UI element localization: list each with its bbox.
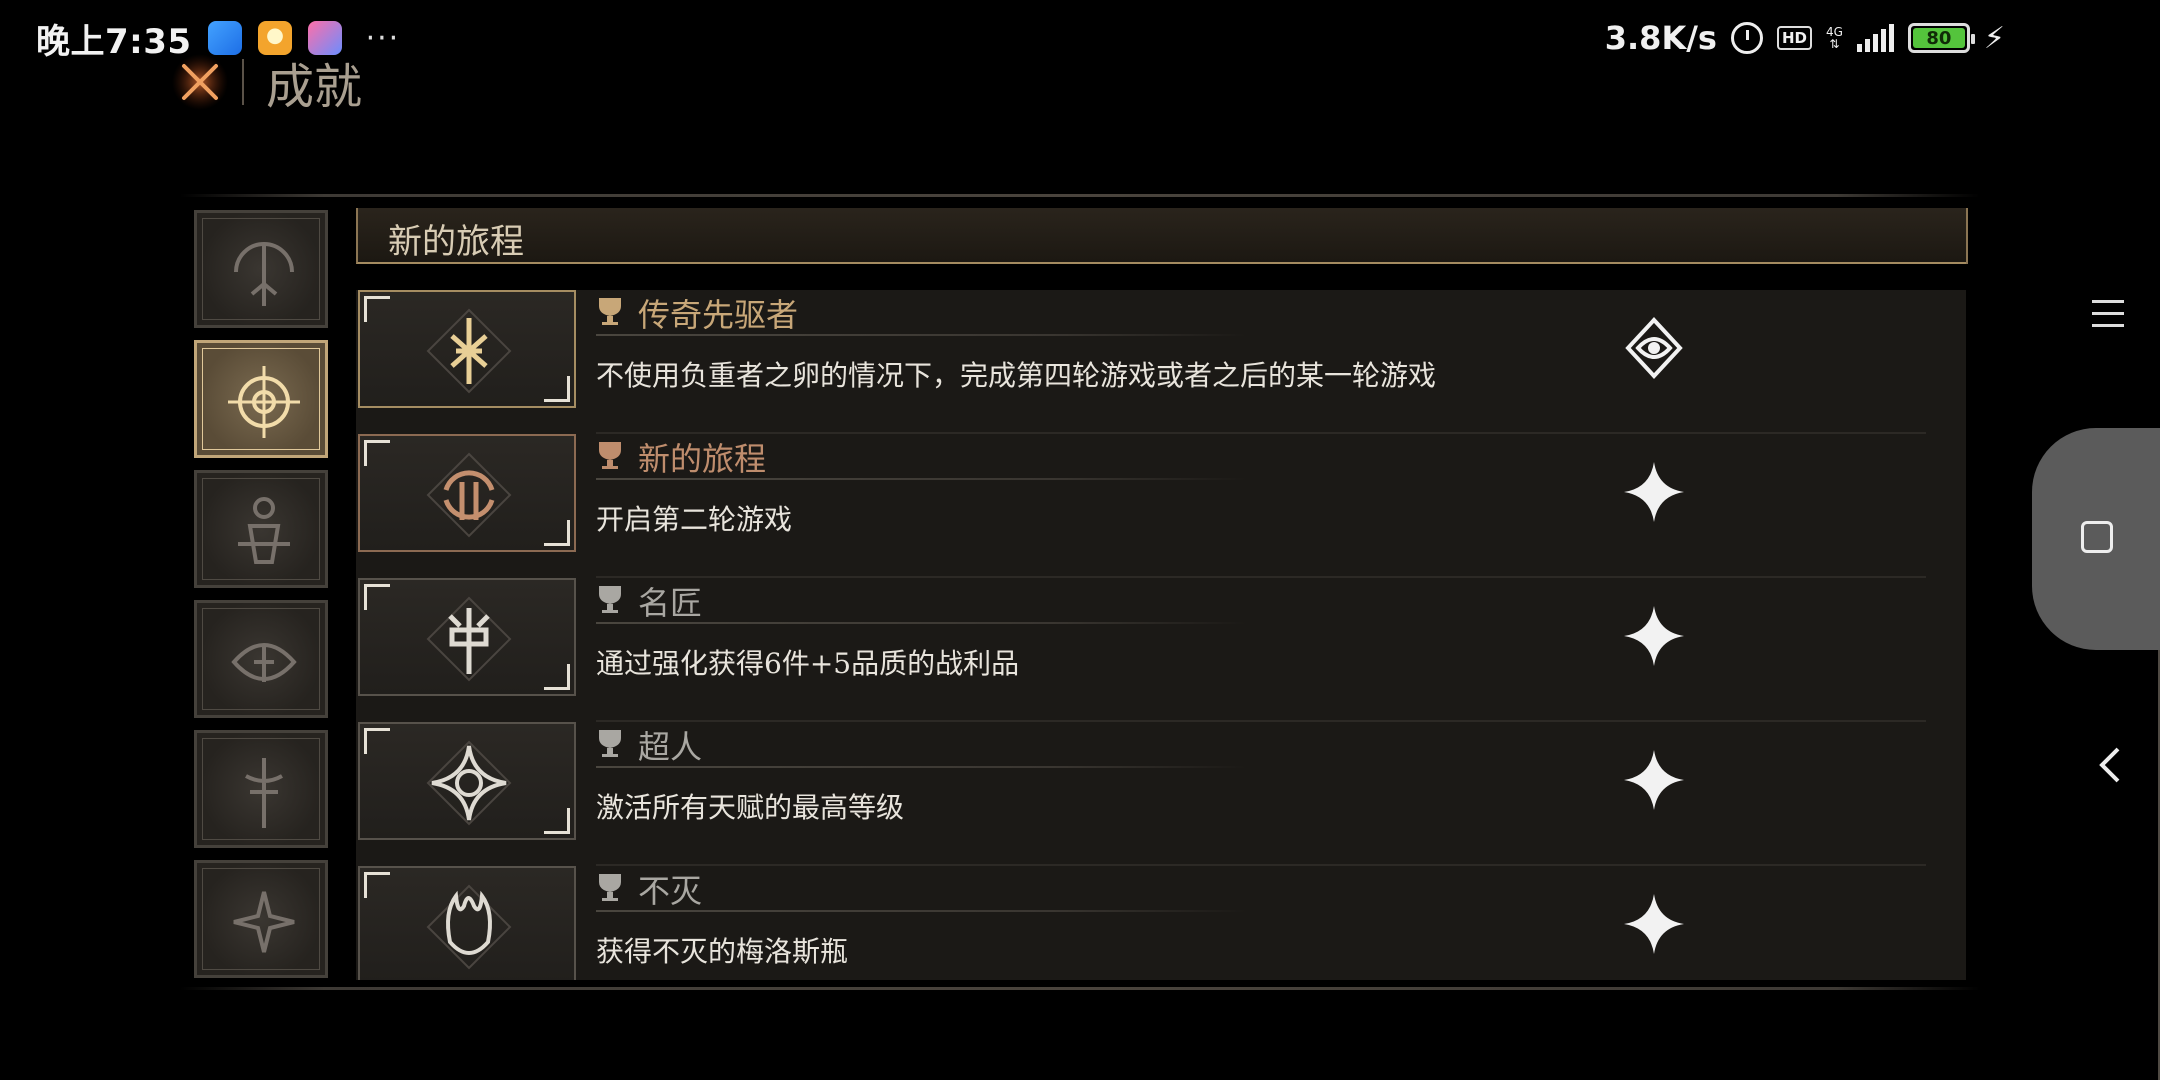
notification-app-icon [207,21,242,55]
trophy-icon [599,874,621,901]
achievement-row[interactable]: 超人 激活所有天赋的最高等级 [356,722,1966,866]
achievement-icon-frame [358,866,576,980]
frame-corner [364,296,390,322]
data-arrows-icon: ⇅ [1829,37,1840,51]
category-tab-eye[interactable] [194,600,328,718]
panel-bottom-border [180,987,1980,990]
achievement-row[interactable]: 不灭 获得不灭的梅洛斯瓶 [356,866,1966,980]
title-underline [596,910,1246,912]
ankh-totem-icon [238,497,290,564]
game-header: 成就 [170,52,362,115]
trophy-icon [599,298,621,325]
frame-corner [364,584,390,610]
rune-sigil-icon [426,308,512,394]
hammer-sigil-icon [426,596,512,682]
alarm-icon [1730,22,1763,54]
charging-icon: ⚡ [1983,20,2005,56]
four-point-star-icon [1624,606,1684,666]
network-type: 4G ⇅ [1826,26,1843,50]
eye-sigil-icon [231,643,297,682]
signal-icon [1856,24,1894,52]
category-tab-sword[interactable] [194,730,328,848]
trophy-icon [599,442,621,469]
four-point-star-icon [1624,750,1684,810]
achievements-content: 新的旅程 传奇先驱者 不使用负重者之卵的情况下，完成第四轮游戏或者之后的某一轮游… [356,208,2160,1080]
network-speed: 3.8K/s [1604,19,1717,57]
achievement-description: 获得不灭的梅洛斯瓶 [596,935,849,968]
category-sidebar [194,210,328,978]
achievement-title: 超人 [638,728,703,766]
unlocked-badge-icon [1625,317,1683,379]
scythe-icon [234,242,294,306]
compass-sigil-icon [228,366,300,438]
frame-corner [544,664,570,690]
trophy-icon [599,586,621,613]
menu-icon[interactable] [2092,300,2124,330]
panel-top-border [180,194,1980,197]
achievement-row[interactable]: 传奇先驱者 不使用负重者之卵的情况下，完成第四轮游戏或者之后的某一轮游戏 [356,290,1966,434]
achievement-description: 不使用负重者之卵的情况下，完成第四轮游戏或者之后的某一轮游戏 [596,359,1437,392]
frame-corner [544,376,570,402]
header-divider [242,59,244,105]
page-title: 成就 [266,59,363,115]
achievement-icon-frame [358,290,576,408]
battery-icon: 80 [1907,23,1975,53]
star-crest-icon [426,740,512,826]
section-title: 新的旅程 [388,222,524,262]
battery-level: 80 [1912,28,1965,49]
title-underline [596,334,1246,336]
flame-hand-icon [426,884,512,970]
cycle-sigil-icon [426,452,512,538]
sword-sigil-icon [245,758,283,828]
achievement-row[interactable]: 新的旅程 开启第二轮游戏 [356,434,1966,578]
category-tab-compass[interactable] [194,340,328,458]
frame-corner [364,872,390,898]
four-point-star-icon [1624,894,1684,954]
achievement-icon-frame [358,578,576,696]
achievement-title: 传奇先驱者 [638,296,799,334]
achievement-title: 名匠 [638,584,703,622]
achievement-row[interactable]: 名匠 通过强化获得6件+5品质的战利品 [356,578,1966,722]
title-underline [596,478,1246,480]
section-header: 新的旅程 [356,208,1968,264]
achievement-description: 激活所有天赋的最高等级 [596,791,905,824]
system-nav-bar [2030,0,2160,1080]
back-chevron-icon[interactable] [2096,745,2124,785]
close-x-icon[interactable] [170,52,230,112]
frame-corner [364,728,390,754]
title-underline [596,766,1246,768]
status-bar-right: 3.8K/s HD 4G ⇅ 80 ⚡ [1605,14,2005,62]
achievement-icon-frame [358,722,576,840]
title-underline [596,622,1246,624]
achievement-title: 新的旅程 [638,440,767,478]
frame-corner [364,440,390,466]
more-notifications-icon: ··· [365,20,401,56]
star-sigil-icon [233,891,295,953]
achievement-icon-frame [358,434,576,552]
four-point-star-icon [1624,462,1684,522]
hd-badge: HD [1776,26,1812,50]
category-tab-ankh[interactable] [194,470,328,588]
achievement-title: 不灭 [638,872,703,910]
home-square-icon [2081,521,2113,553]
category-tab-scythe[interactable] [194,210,328,328]
trophy-icon [599,730,621,757]
achievement-description: 开启第二轮游戏 [596,503,793,536]
category-tab-star[interactable] [194,860,328,978]
clock: 晚上7:35 [36,21,192,62]
frame-corner [544,520,570,546]
achievement-list[interactable]: 传奇先驱者 不使用负重者之卵的情况下，完成第四轮游戏或者之后的某一轮游戏 新的旅… [356,290,1966,980]
achievement-description: 通过强化获得6件+5品质的战利品 [596,647,1020,680]
frame-corner [544,808,570,834]
achievements-panel: 新的旅程 传奇先驱者 不使用负重者之卵的情况下，完成第四轮游戏或者之后的某一轮游… [180,194,2160,1080]
home-button[interactable] [2032,428,2160,650]
